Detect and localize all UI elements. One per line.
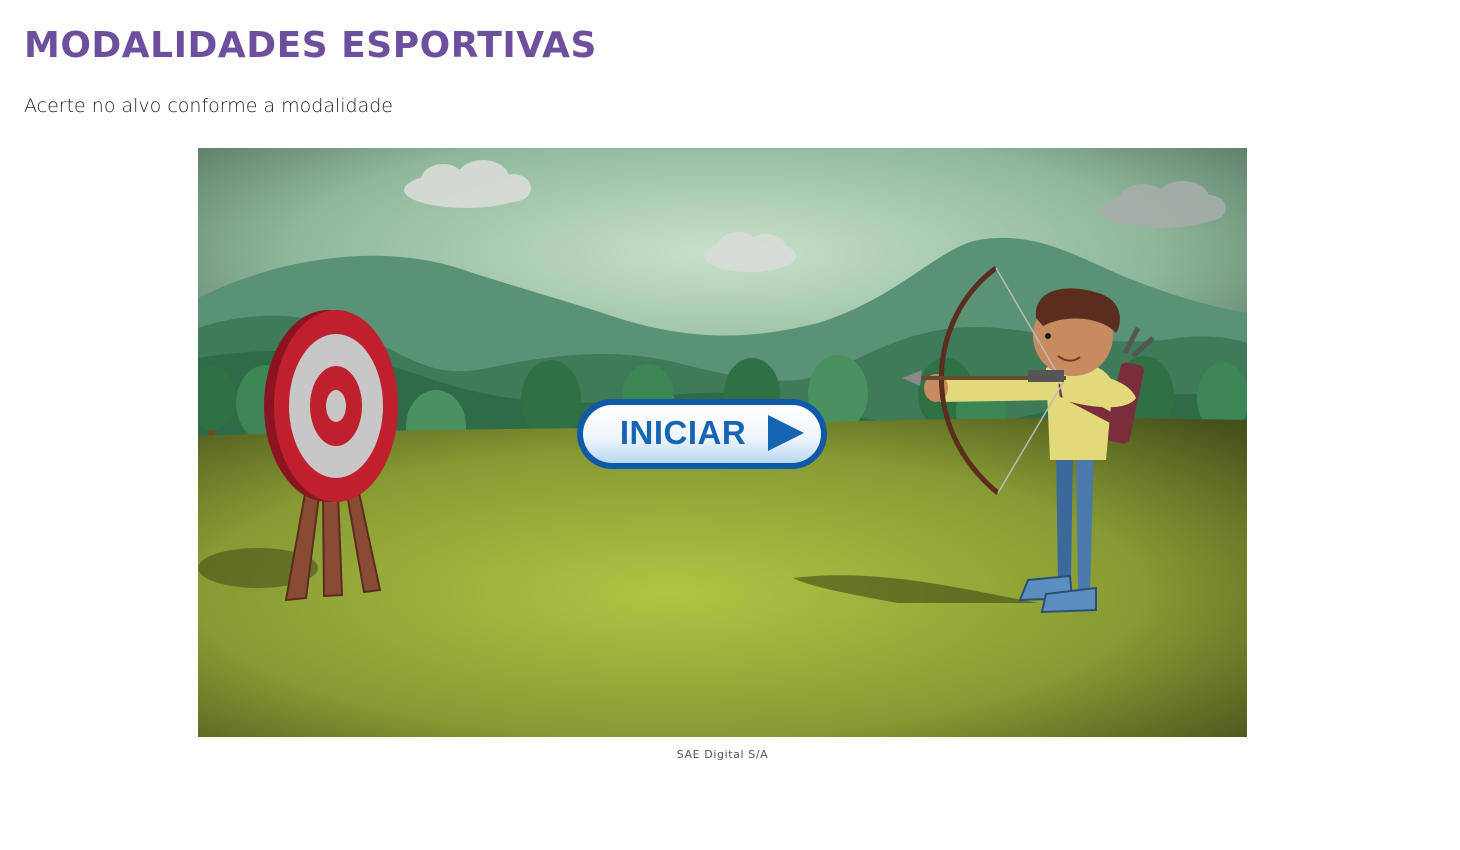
page-subtitle: Acerte no alvo conforme a modalidade [24, 95, 393, 117]
copyright-credit: SAE Digital S/A [676, 748, 769, 761]
start-button-label: INICIAR [619, 414, 747, 451]
game-canvas[interactable]: INICIAR [198, 148, 1247, 737]
page-title: MODALIDADES ESPORTIVAS [24, 25, 597, 66]
play-icon [768, 415, 804, 451]
archery-target [264, 310, 398, 502]
start-button[interactable]: INICIAR [574, 394, 830, 474]
